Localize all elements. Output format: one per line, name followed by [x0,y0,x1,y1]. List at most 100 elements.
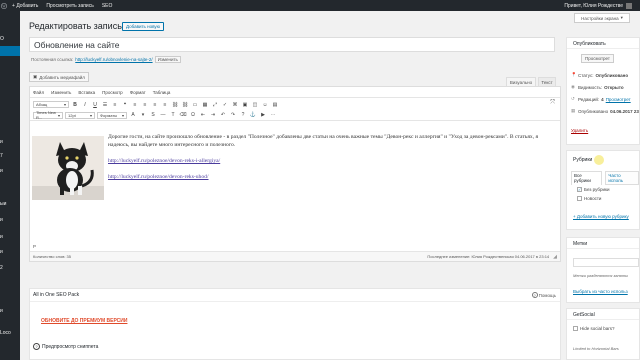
more-options-icon[interactable]: ⋯ [269,111,277,119]
indent-icon[interactable]: ⇥ [209,111,217,119]
underline-icon[interactable]: U [91,101,99,109]
chevron-down-icon: ▾ [620,15,623,20]
tab-visual[interactable]: Визуально [506,77,536,86]
menu-file[interactable]: Файл [33,90,44,95]
clear-format-icon[interactable]: ⌫ [179,111,187,119]
preview-changes-button[interactable]: Просмотрет [581,54,614,63]
post-link-care[interactable]: http://luckyelf.ru/poleznoe/devon-reks-u… [108,173,553,181]
strikethrough-icon[interactable]: S [149,111,157,119]
embed-icon[interactable]: ◫ [251,101,259,109]
redo-icon[interactable]: ↷ [229,111,237,119]
admin-menu-item[interactable]: 7 [0,153,20,159]
admin-menu-item[interactable]: и [0,217,20,223]
menu-edit[interactable]: Изменить [51,90,71,95]
table-icon[interactable]: ▦ [201,101,209,109]
admin-menu-item[interactable]: и [0,168,20,174]
permalink-url[interactable]: http://luckyelf.ru/obnovlenie-na-sajte-2… [75,57,152,62]
paragraph-select[interactable]: Абзац ▾ [33,101,69,108]
font-family-value: Times New R... [36,110,56,120]
wordpress-logo-icon[interactable]: W [0,0,8,11]
code-icon[interactable]: ⌘ [231,101,239,109]
admin-bar-account[interactable]: Привет, Юлия Рождестве [564,2,640,9]
question-icon[interactable]: ? [33,343,40,350]
tab-text[interactable]: Текст [538,77,556,86]
formats-select[interactable]: Форматы ▾ [97,111,127,119]
add-media-button[interactable]: ▣ Добавить медиафайл [29,72,89,82]
category-item[interactable]: Новости [577,196,601,201]
menu-format[interactable]: Формат [130,90,146,95]
anchor-icon[interactable]: ⚓ [249,111,257,119]
tab-all-categories[interactable]: Все рубрики [571,171,603,185]
post-title-input[interactable] [29,37,555,52]
bullet-list-icon[interactable]: ☰ [101,101,109,109]
permalink-edit-button[interactable]: Изменить [154,56,181,63]
align-justify-icon[interactable]: ≡ [161,101,169,109]
emoji-icon[interactable]: ☺ [261,101,269,109]
read-more-icon[interactable]: ▭ [191,101,199,109]
font-family-select[interactable]: Times New R... ▾ [33,110,63,120]
media-embed-icon[interactable]: ▶ [259,111,267,119]
image-icon[interactable]: ▣ [241,101,249,109]
menu-table[interactable]: Таблица [153,90,171,95]
admin-bar-seo[interactable]: SEO [98,3,117,9]
spellcheck-icon[interactable]: ✓ [221,101,229,109]
admin-bar-view-post[interactable]: Просмотреть запись [42,3,97,9]
admin-menu-item[interactable]: и [0,308,20,314]
tab-popular-categories[interactable]: Часто исполь [605,171,639,185]
revisions-icon: ↺ [571,96,575,101]
distraction-free-icon[interactable]: ⤧ [550,100,555,107]
unlink-icon[interactable]: ⛓ [181,101,189,109]
blockquote-icon[interactable]: ❝ [121,101,129,109]
align-center-icon[interactable]: ≡ [141,101,149,109]
editor-menubar: Файл Изменить Вставка Просмотр Формат Та… [30,87,560,98]
add-category-link[interactable]: + Добавить новую рубрику [573,214,629,219]
link-icon[interactable]: ⛓ [171,101,179,109]
italic-icon[interactable]: I [81,101,89,109]
help-icon[interactable]: ? [239,111,247,119]
paste-text-icon[interactable]: T [169,111,177,119]
background-color-icon[interactable]: ▾ [139,111,147,119]
horizontal-line-icon[interactable]: — [159,111,167,119]
bold-icon[interactable]: B [71,101,79,109]
special-char-icon[interactable]: Ω [189,111,197,119]
undo-icon[interactable]: ↶ [219,111,227,119]
outdent-icon[interactable]: ⇤ [199,111,207,119]
admin-menu-item[interactable]: О [0,36,20,42]
menu-view[interactable]: Просмотр [102,90,123,95]
align-left-icon[interactable]: ≡ [131,101,139,109]
cat-photo [32,136,104,200]
admin-menu-item[interactable]: и [0,249,20,255]
checkbox[interactable] [577,196,582,201]
revisions-link[interactable]: Просмотрет [606,97,631,102]
seo-upgrade-link[interactable]: ОБНОВИТЕ ДО ПРЕМИУМ ВЕРСИИ [41,318,127,324]
add-new-button[interactable]: Добавить новую [122,22,165,31]
menu-insert[interactable]: Вставка [78,90,95,95]
tags-input[interactable] [573,258,639,267]
delete-link[interactable]: Удалить [571,128,588,133]
fullscreen-icon[interactable]: ⤢ [211,101,219,109]
resize-handle-icon[interactable]: ◢ [553,254,557,260]
admin-bar-add[interactable]: + Добавить [8,3,42,9]
text-color-icon[interactable]: A [129,111,137,119]
chevron-down-icon: ▾ [63,102,66,107]
revisions-value: 4 [601,96,604,102]
admin-menu-item[interactable]: Loco [0,330,20,336]
paragraph-select-value: Абзац [36,102,48,107]
hide-social-bars-option[interactable]: Hide social bars? [573,326,615,331]
admin-menu-item[interactable]: ыи [0,201,20,207]
toolbar-toggle-icon[interactable]: ▤ [271,101,279,109]
admin-menu-item[interactable]: 2 [0,265,20,271]
choose-tags-link[interactable]: Выбрать из часто использ [573,289,628,294]
numbered-list-icon[interactable]: ≡ [111,101,119,109]
screen-options-button[interactable]: Настройки экрана ▾ [574,13,630,23]
seo-help-button[interactable]: ? Помощь [531,292,556,298]
admin-menu-item[interactable]: и [0,234,20,240]
align-right-icon[interactable]: ≡ [151,101,159,109]
checkbox-checked[interactable]: ✓ [577,187,582,192]
editor-content[interactable]: Дорогие гости, на сайте произошло обновл… [30,122,560,246]
category-item[interactable]: ✓ Без рубрики [577,187,610,192]
font-size-select[interactable]: 12pt ▾ [65,111,95,119]
admin-menu-item[interactable]: и [0,139,20,145]
post-link-allergy[interactable]: http://luckyelf.ru/poleznoe/devon-reks-i… [108,157,553,165]
checkbox[interactable] [573,326,578,331]
